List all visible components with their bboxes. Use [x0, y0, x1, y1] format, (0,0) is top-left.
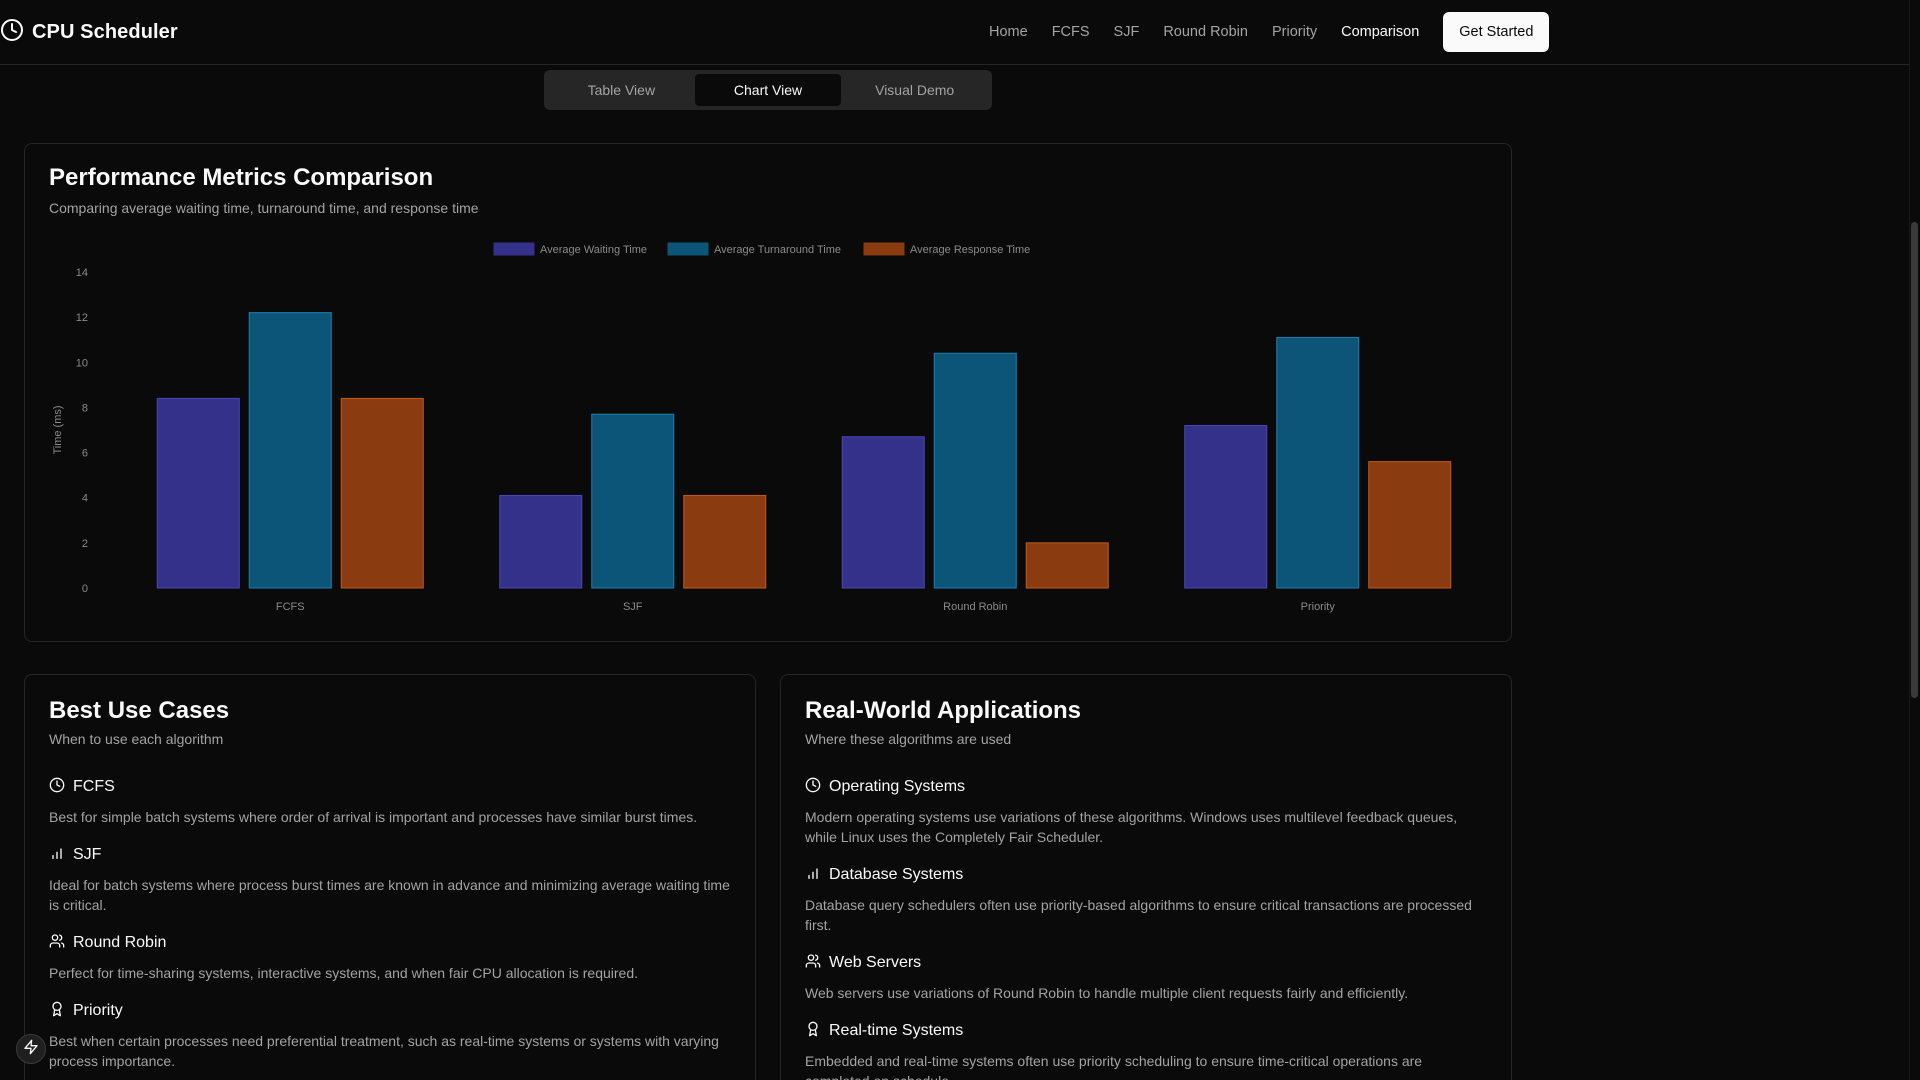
y-tick-label: 14 — [76, 267, 88, 279]
bar-round-robin-2 — [1025, 542, 1109, 589]
bar-sjf-1 — [591, 413, 675, 589]
y-tick-label: 12 — [76, 312, 88, 324]
scrollbar-thumb[interactable] — [1911, 222, 1918, 698]
bar-chart-icon — [49, 845, 65, 866]
application-desc: Modern operating systems use variations … — [805, 809, 1458, 845]
x-tick-label: FCFS — [276, 601, 305, 613]
tab-visual-demo[interactable]: Visual Demo — [841, 74, 988, 106]
use-case-title: FCFS — [73, 778, 115, 795]
use-cases-title: Best Use Cases — [49, 697, 230, 724]
applications-subtitle: Where these algorithms are used — [805, 731, 1012, 747]
performance-bar-chart: 0 2 4 6 8 10 12 14 Time (ms) Average Waiting Time… — [52, 242, 1452, 613]
application-item: Real-time Systems Embedded and real-time… — [805, 1019, 1487, 1080]
nav-comparison[interactable]: Comparison — [1341, 24, 1419, 40]
bar-chart-icon — [805, 865, 821, 886]
y-axis-label: Time (ms) — [52, 405, 64, 454]
award-icon — [49, 1001, 65, 1022]
bar-sjf-0 — [499, 494, 583, 589]
y-tick-label: 10 — [76, 357, 88, 369]
floating-action-button[interactable] — [16, 1034, 46, 1064]
application-item: Operating Systems Modern operating syste… — [805, 775, 1487, 847]
legend-swatch — [667, 242, 709, 256]
lightning-icon — [23, 1039, 39, 1060]
use-case-desc: Perfect for time-sharing systems, intera… — [49, 965, 639, 981]
bar-priority-2 — [1368, 461, 1452, 589]
application-desc: Embedded and real-time systems often use… — [805, 1053, 1423, 1080]
use-cases-card: Best Use Cases When to use each algorith… — [24, 674, 756, 1080]
application-desc: Web servers use variations of Round Robi… — [805, 985, 1409, 1001]
y-tick-label: 6 — [82, 448, 88, 460]
performance-chart-card: Performance Metrics Comparison Comparing… — [24, 143, 1512, 642]
x-tick-label: Priority — [1301, 601, 1336, 613]
nav-home[interactable]: Home — [989, 24, 1028, 40]
legend-label: Average Response Time — [910, 244, 1030, 256]
application-title: Web Servers — [829, 954, 922, 971]
use-case-desc: Best for simple batch systems where orde… — [49, 809, 698, 825]
bar-sjf-2 — [683, 494, 767, 589]
use-case-item: Priority Best when certain processes nee… — [49, 999, 731, 1071]
applications-title: Real-World Applications — [805, 697, 1082, 724]
use-case-title: SJF — [73, 846, 102, 863]
award-icon — [805, 1021, 821, 1042]
bar-fcfs-0 — [156, 397, 240, 589]
bar-priority-0 — [1184, 424, 1268, 589]
use-case-desc: Best when certain processes need prefere… — [49, 1033, 719, 1069]
legend-label: Average Waiting Time — [540, 244, 647, 256]
nav-fcfs[interactable]: FCFS — [1052, 24, 1090, 40]
use-case-title: Priority — [73, 1002, 123, 1019]
nav-round-robin[interactable]: Round Robin — [1163, 24, 1248, 40]
legend-swatch — [493, 242, 535, 256]
use-case-title: Round Robin — [73, 934, 167, 951]
application-desc: Database query schedulers often use prio… — [805, 897, 1472, 933]
applications-card: Real-World Applications Where these algo… — [780, 674, 1512, 1080]
clock-icon — [0, 18, 24, 47]
bar-fcfs-2 — [340, 397, 424, 589]
tab-table-view[interactable]: Table View — [548, 74, 695, 106]
use-case-item: Round Robin Perfect for time-sharing sys… — [49, 931, 731, 983]
tab-chart-view[interactable]: Chart View — [694, 74, 842, 106]
bar-fcfs-1 — [248, 312, 332, 589]
y-tick-label: 4 — [82, 493, 88, 505]
nav-sjf[interactable]: SJF — [1114, 24, 1140, 40]
use-cases-subtitle: When to use each algorithm — [49, 731, 224, 747]
use-case-desc: Ideal for batch systems where process bu… — [49, 877, 730, 913]
y-tick-label: 8 — [82, 402, 88, 414]
top-header: CPU Scheduler Home FCFS SJF Round Robin … — [0, 0, 1909, 65]
application-title: Database Systems — [829, 866, 964, 883]
main-nav: Home FCFS SJF Round Robin Priority Compa… — [989, 12, 1550, 52]
view-tabs: Table View Chart View Visual Demo — [544, 70, 992, 110]
brand[interactable]: CPU Scheduler — [0, 18, 178, 47]
legend-swatch — [863, 242, 905, 256]
app-title: CPU Scheduler — [32, 20, 178, 43]
y-tick-label: 2 — [82, 538, 88, 550]
use-case-item: SJF Ideal for batch systems where proces… — [49, 843, 731, 915]
bar-round-robin-1 — [933, 352, 1017, 589]
clock-icon — [805, 777, 821, 798]
application-item: Database Systems Database query schedule… — [805, 863, 1487, 935]
application-title: Operating Systems — [829, 778, 966, 795]
application-item: Web Servers Web servers use variations o… — [805, 951, 1487, 1003]
legend-label: Average Turnaround Time — [714, 244, 841, 256]
bar-round-robin-0 — [841, 436, 925, 589]
x-tick-label: Round Robin — [943, 601, 1007, 613]
users-icon — [49, 933, 65, 954]
use-case-item: FCFS Best for simple batch systems where… — [49, 775, 731, 827]
users-icon — [805, 953, 821, 974]
application-title: Real-time Systems — [829, 1022, 964, 1039]
y-tick-label: 0 — [82, 583, 88, 595]
bar-priority-1 — [1276, 336, 1360, 589]
nav-priority[interactable]: Priority — [1272, 24, 1317, 40]
get-started-button[interactable]: Get Started — [1443, 12, 1550, 52]
x-tick-label: SJF — [623, 601, 643, 613]
clock-icon — [49, 777, 65, 798]
